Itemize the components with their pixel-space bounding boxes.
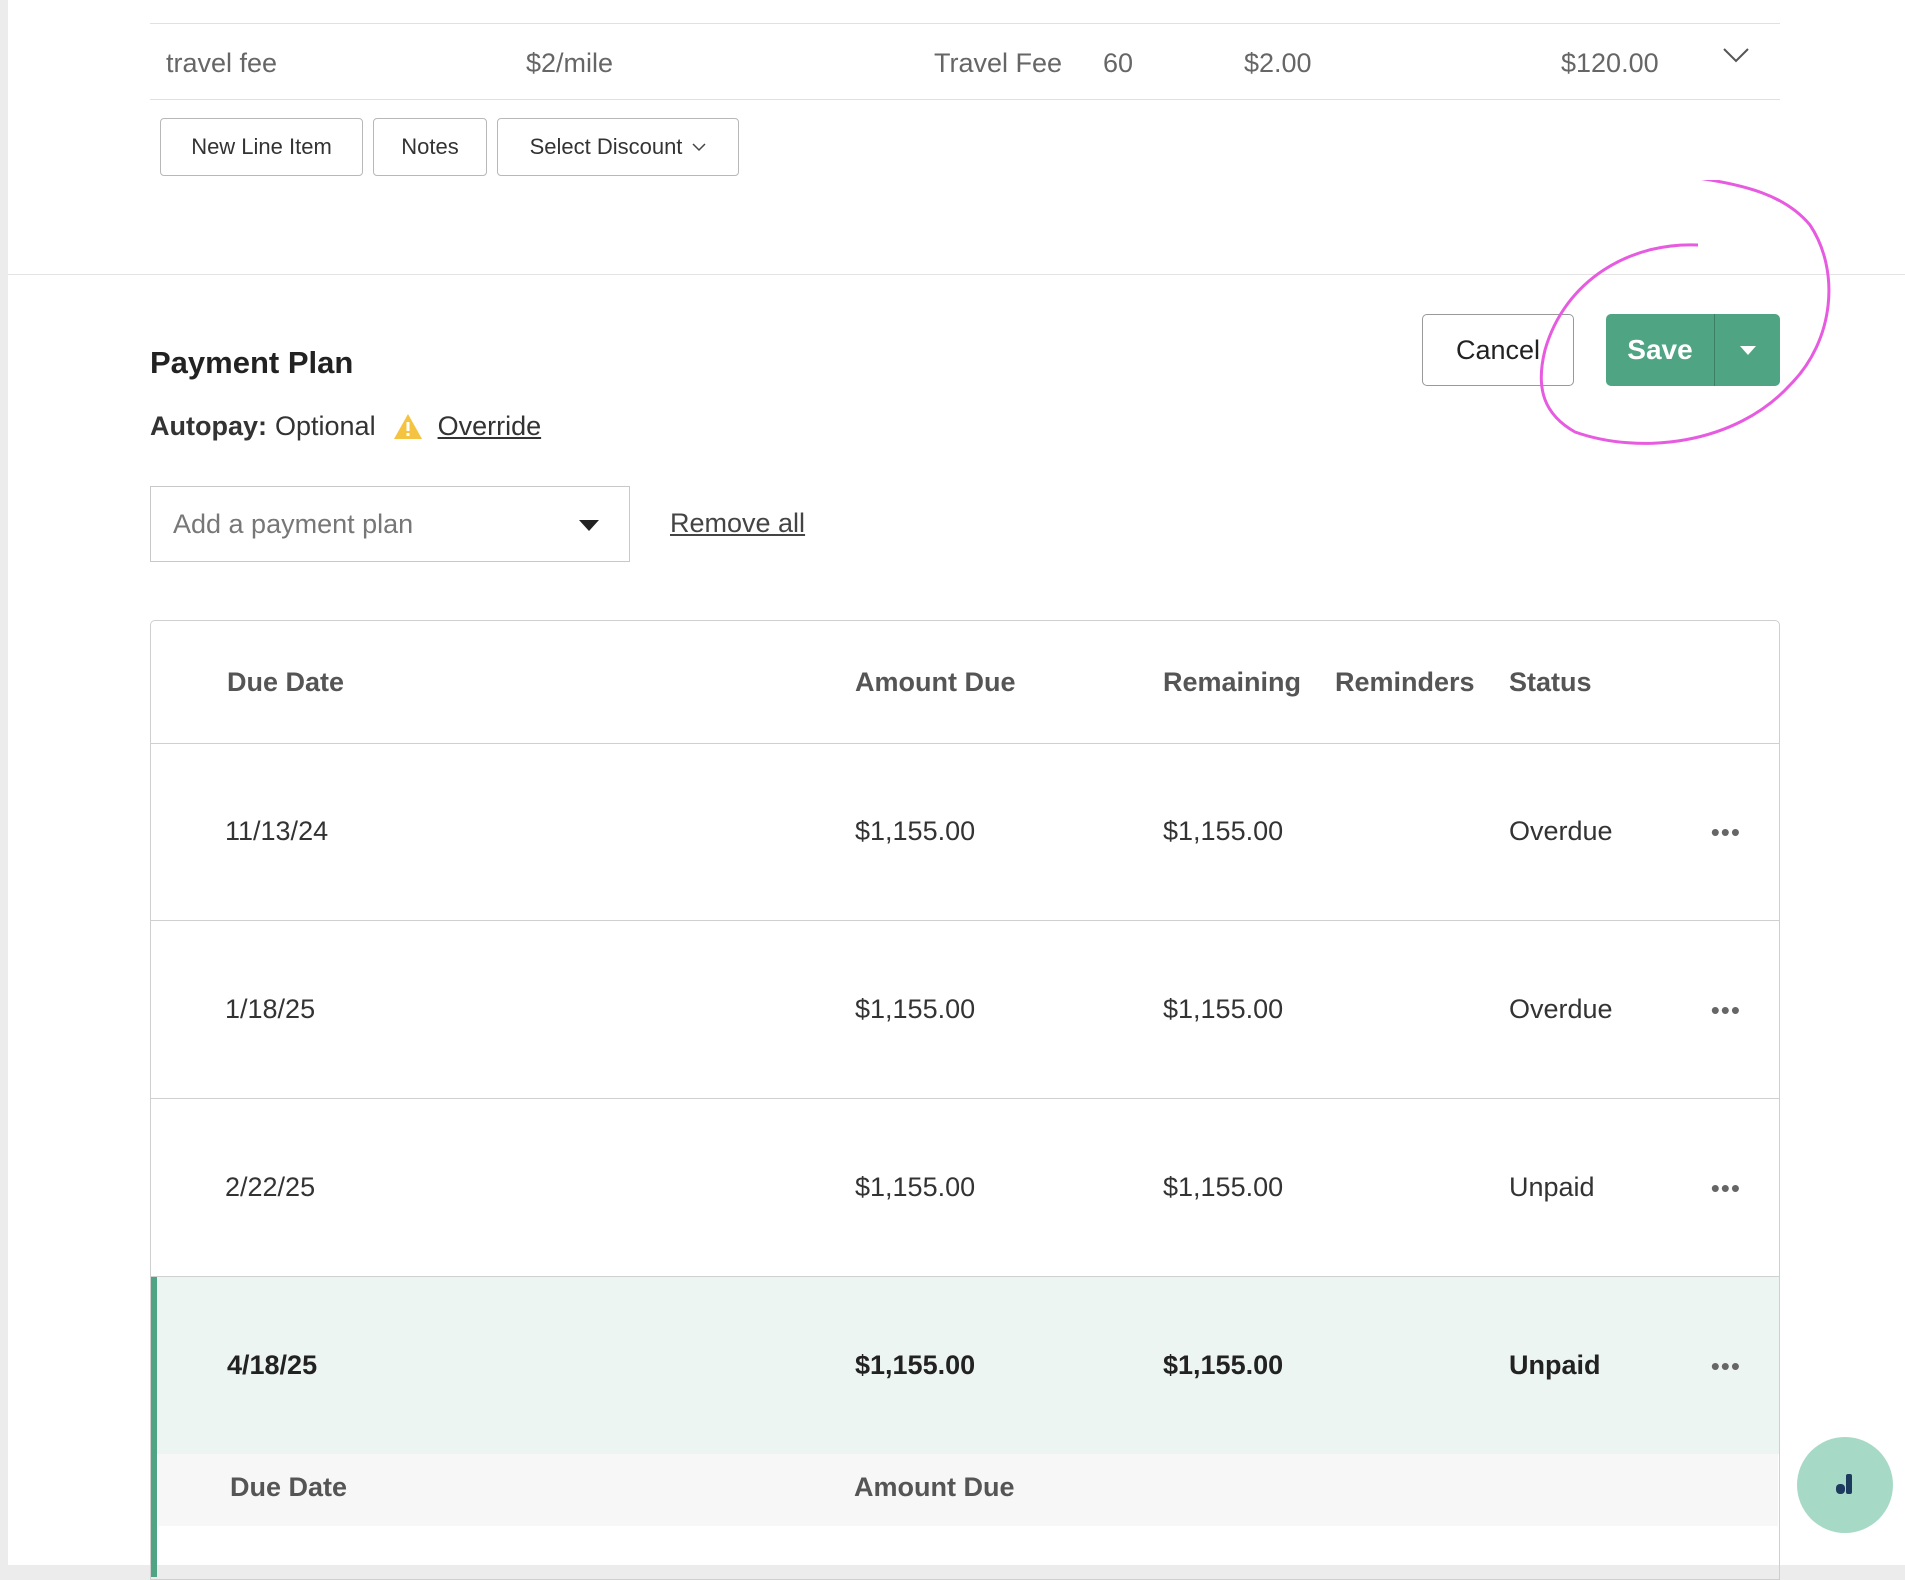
line-item-row[interactable]: travel fee $2/mile Travel Fee 60 $2.00 $…	[150, 23, 1780, 100]
notes-button[interactable]: Notes	[373, 118, 487, 176]
header-amount-due: Amount Due	[855, 667, 1016, 697]
row-status: Unpaid	[1509, 1350, 1601, 1380]
row-remaining: $1,155.00	[1163, 816, 1284, 846]
header-status: Status	[1509, 667, 1592, 697]
payment-schedule-table: Due Date Amount Due Remaining Reminders …	[150, 620, 1780, 1580]
autopay-label: Autopay:	[150, 411, 267, 441]
line-item-type: Travel Fee	[934, 48, 1063, 78]
row-due-date: 2/22/25	[225, 1172, 316, 1202]
row-due-date: 11/13/24	[225, 816, 329, 846]
header-remaining: Remaining	[1163, 667, 1302, 697]
table-row[interactable]: 2/22/25 $1,155.00 $1,155.00 Unpaid •••	[151, 1099, 1779, 1277]
subheader-amount-due: Amount Due	[854, 1472, 1015, 1502]
line-item-unit-price: $2.00	[1244, 48, 1312, 78]
warning-icon	[393, 414, 422, 439]
row-remaining: $1,155.00	[1163, 994, 1284, 1024]
expanded-row-subheader: Due Date Amount Due	[158, 1454, 1778, 1526]
caret-down-icon	[579, 520, 599, 531]
table-row[interactable]: 11/13/24 $1,155.00 $1,155.00 Overdue •••	[151, 743, 1779, 921]
row-remaining: $1,155.00	[1163, 1172, 1284, 1202]
more-horizontal-icon[interactable]: •••	[1711, 1173, 1741, 1204]
row-status: Overdue	[1509, 994, 1613, 1024]
table-row[interactable]: 1/18/25 $1,155.00 $1,155.00 Overdue •••	[151, 921, 1779, 1099]
autopay-setting: Autopay: Optional Override	[150, 411, 541, 442]
more-horizontal-icon[interactable]: •••	[1711, 995, 1741, 1026]
line-item-rate: $2/mile	[526, 48, 614, 78]
annotation-circle	[1539, 180, 1831, 445]
override-link[interactable]: Override	[438, 411, 542, 442]
row-amount-due: $1,155.00	[855, 1172, 976, 1202]
chat-icon	[1836, 1474, 1852, 1494]
row-amount-due: $1,155.00	[855, 816, 976, 846]
payment-plan-placeholder: Add a payment plan	[173, 508, 414, 539]
row-amount-due: $1,155.00	[855, 994, 976, 1024]
table-header: Due Date Amount Due Remaining Reminders …	[151, 621, 1779, 744]
new-line-item-button[interactable]: New Line Item	[160, 118, 363, 176]
chevron-down-icon[interactable]	[1722, 46, 1750, 64]
row-remaining: $1,155.00	[1163, 1350, 1284, 1380]
page-title: Payment Plan	[150, 345, 354, 380]
remove-all-link[interactable]: Remove all	[670, 508, 805, 539]
chat-button[interactable]	[1797, 1437, 1893, 1533]
subheader-due-date: Due Date	[230, 1472, 348, 1502]
row-status: Overdue	[1509, 816, 1613, 846]
table-row-expanded[interactable]: 4/18/25 $1,155.00 $1,155.00 Unpaid •••	[151, 1277, 1779, 1577]
row-selected-indicator	[151, 1277, 157, 1577]
chevron-down-icon	[692, 142, 706, 151]
row-status: Unpaid	[1509, 1172, 1595, 1202]
line-item-total: $120.00	[1561, 48, 1659, 78]
row-amount-due: $1,155.00	[855, 1350, 976, 1380]
more-horizontal-icon[interactable]: •••	[1711, 1351, 1741, 1382]
header-due-date: Due Date	[227, 667, 345, 697]
select-discount-label: Select Discount	[529, 134, 683, 159]
autopay-value: Optional	[275, 411, 376, 441]
payment-plan-select[interactable]: Add a payment plan	[150, 486, 630, 562]
row-due-date: 4/18/25	[227, 1350, 318, 1380]
line-item-name: travel fee	[166, 48, 278, 78]
more-horizontal-icon[interactable]: •••	[1711, 817, 1741, 848]
row-due-date: 1/18/25	[225, 994, 316, 1024]
select-discount-button[interactable]: Select Discount	[497, 118, 739, 176]
header-reminders: Reminders	[1335, 667, 1475, 697]
line-item-quantity: 60	[1103, 48, 1134, 78]
